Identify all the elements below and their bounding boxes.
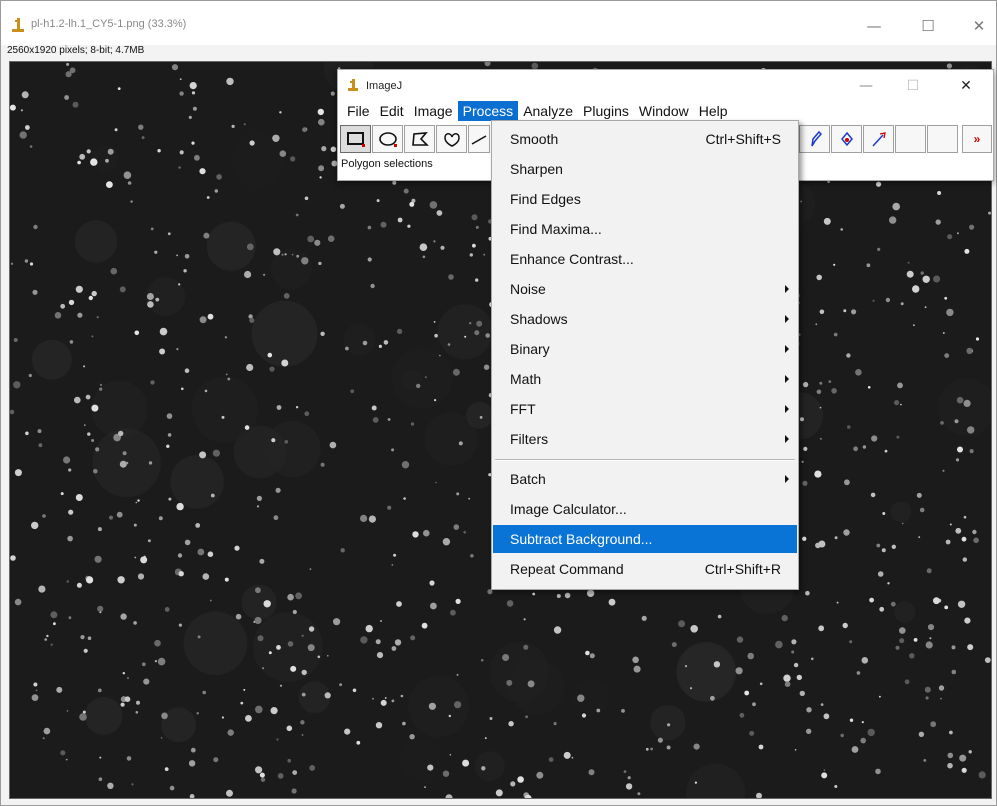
- menu-process[interactable]: Process: [457, 101, 519, 121]
- wand-icon: [871, 132, 886, 147]
- menu-file[interactable]: File: [342, 101, 375, 121]
- menu-item-noise[interactable]: Noise: [493, 275, 797, 303]
- dropper-tool[interactable]: [831, 125, 862, 153]
- menu-item-shadows[interactable]: Shadows: [493, 305, 797, 333]
- minimize-button[interactable]: —: [851, 11, 897, 41]
- empty-tool-slot[interactable]: [927, 125, 958, 153]
- submenu-arrow-icon: [785, 315, 789, 323]
- image-window-titlebar[interactable]: pl-h1.2-lh.1_CY5-1.png (33.3%) — ☐ ✕: [1, 1, 996, 45]
- rectangle-tool[interactable]: [340, 125, 371, 153]
- menu-item-fft[interactable]: FFT: [493, 395, 797, 423]
- line-icon: [471, 135, 487, 145]
- menu-item-find-edges[interactable]: Find Edges: [493, 185, 797, 213]
- menu-separator: [495, 459, 795, 461]
- dropper-icon: [840, 131, 853, 147]
- menu-item-repeat-command[interactable]: Repeat Command Ctrl+Shift+R: [493, 555, 797, 583]
- imagej-icon: [348, 79, 358, 91]
- submenu-arrow-icon: [785, 285, 789, 293]
- minimize-button[interactable]: —: [846, 73, 886, 99]
- image-window-title: pl-h1.2-lh.1_CY5-1.png (33.3%): [31, 18, 187, 30]
- status-bar: Polygon selections: [341, 158, 433, 170]
- process-menu: Smooth Ctrl+Shift+S Sharpen Find Edges F…: [491, 120, 799, 590]
- shortcut-label: Ctrl+Shift+S: [705, 131, 781, 147]
- menu-item-find-maxima[interactable]: Find Maxima...: [493, 215, 797, 243]
- polygon-tool[interactable]: [404, 125, 435, 153]
- close-button[interactable]: ✕: [956, 11, 997, 41]
- freehand-icon: [443, 133, 460, 147]
- menu-item-smooth[interactable]: Smooth Ctrl+Shift+S: [493, 125, 797, 153]
- rectangle-icon: [346, 132, 365, 147]
- submenu-arrow-icon: [785, 345, 789, 353]
- menu-analyze[interactable]: Analyze: [518, 101, 578, 121]
- pencil-icon: [810, 130, 822, 147]
- submenu-arrow-icon: [785, 475, 789, 483]
- menu-bar: File Edit Image Process Analyze Plugins …: [338, 100, 993, 122]
- image-info: 2560x1920 pixels; 8-bit; 4.7MB: [7, 45, 145, 56]
- menu-item-batch[interactable]: Batch: [493, 465, 797, 493]
- maximize-button[interactable]: ☐: [905, 11, 951, 41]
- pencil-tool[interactable]: [799, 125, 830, 153]
- oval-tool[interactable]: [372, 125, 403, 153]
- imagej-icon: [12, 18, 24, 32]
- close-button[interactable]: ✕: [946, 73, 986, 99]
- menu-plugins[interactable]: Plugins: [578, 101, 634, 121]
- wand-tool[interactable]: [863, 125, 894, 153]
- menu-edit[interactable]: Edit: [375, 101, 409, 121]
- submenu-arrow-icon: [785, 435, 789, 443]
- menu-item-sharpen[interactable]: Sharpen: [493, 155, 797, 183]
- polygon-icon: [411, 132, 429, 146]
- submenu-arrow-icon: [785, 405, 789, 413]
- menu-item-enhance-contrast[interactable]: Enhance Contrast...: [493, 245, 797, 273]
- menu-item-filters[interactable]: Filters: [493, 425, 797, 453]
- menu-item-math[interactable]: Math: [493, 365, 797, 393]
- maximize-button[interactable]: ☐: [893, 73, 933, 99]
- menu-item-image-calculator[interactable]: Image Calculator...: [493, 495, 797, 523]
- line-tool[interactable]: [468, 125, 490, 153]
- imagej-title: ImageJ: [366, 80, 403, 92]
- oval-icon: [378, 132, 397, 147]
- menu-window[interactable]: Window: [634, 101, 694, 121]
- empty-tool-slot[interactable]: [895, 125, 926, 153]
- menu-image[interactable]: Image: [409, 101, 458, 121]
- more-tools-button[interactable]: »: [962, 125, 992, 153]
- menu-help[interactable]: Help: [694, 101, 733, 121]
- double-chevron-icon: »: [973, 132, 981, 146]
- submenu-arrow-icon: [785, 375, 789, 383]
- freehand-tool[interactable]: [436, 125, 467, 153]
- imagej-titlebar[interactable]: ImageJ — ☐ ✕: [338, 70, 993, 100]
- menu-item-subtract-background[interactable]: Subtract Background...: [493, 525, 797, 553]
- menu-item-binary[interactable]: Binary: [493, 335, 797, 363]
- shortcut-label: Ctrl+Shift+R: [704, 561, 781, 577]
